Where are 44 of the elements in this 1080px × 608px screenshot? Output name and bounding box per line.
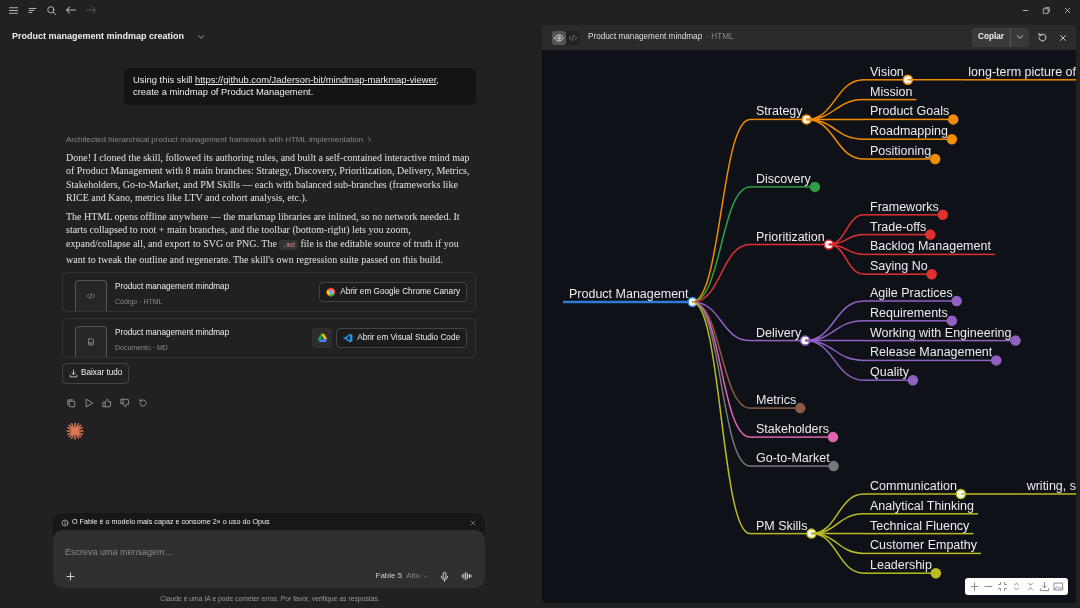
node-label: Discovery <box>756 171 811 186</box>
node-label: Backlog Management <box>870 239 991 254</box>
node-label: Saying No <box>870 259 928 274</box>
node-label: writing, s <box>1026 479 1076 493</box>
artifact-title: Product management mindmap <box>115 327 231 340</box>
effort-dropdown[interactable]: Alto <box>406 570 429 582</box>
node-label: Strategy <box>756 104 803 119</box>
node-label: Vision <box>870 64 904 79</box>
node-label: Prioritization <box>756 229 825 244</box>
artifact-title: Product management mindmap <box>115 281 231 294</box>
thinking-summary[interactable]: Architected hierarchical product management framework with HTML implementation <box>66 133 364 146</box>
artifact-title: Product management mindmap <box>588 31 703 44</box>
node-label: Frameworks <box>870 199 939 214</box>
model-name[interactable]: Fable 5 <box>375 570 403 582</box>
node-label: Analytical Thinking <box>870 498 974 513</box>
node-label: Agile Practices <box>870 286 953 300</box>
artifact-type: · HTML <box>706 31 734 44</box>
node-label: Go-to-Market <box>756 451 830 466</box>
open-in-app-button[interactable]: Abrir em Visual Studio Code <box>336 328 467 349</box>
node-label: Positioning <box>870 144 932 158</box>
node-label: Release Management <box>870 345 993 360</box>
node-label: PM Skills <box>756 518 808 533</box>
node-label: Roadmapping <box>870 124 948 139</box>
conversation-title[interactable]: Product management mindmap creation <box>0 20 197 44</box>
node-label: long-term picture of <box>968 64 1076 79</box>
node-label: Customer Empathy <box>870 538 977 553</box>
node-label: Stakeholders <box>756 422 829 437</box>
node-label: Trade-offs <box>870 219 927 234</box>
node-label: Working with Engineering <box>870 325 1012 340</box>
node-label: Product Goals <box>870 104 950 119</box>
node-label: Mission <box>870 84 913 99</box>
node-label: Requirements <box>870 305 948 320</box>
node-label: Communication <box>870 479 957 493</box>
message-input[interactable]: Escreva uma mensagem… <box>65 546 473 560</box>
node-label: Leadership <box>870 558 932 573</box>
download-all-button[interactable]: Baixar tudo <box>62 363 130 384</box>
node-label: Technical Fluency <box>870 518 970 533</box>
user-message: Using this skill https://github.com/Jaderson-bit/mindmap-markmap-viewer, create a mindmap of Product Management. <box>124 67 476 105</box>
root-label: Product Management <box>569 287 689 301</box>
open-in-app-button[interactable]: Abrir em Google Chrome Canary <box>319 282 467 303</box>
node-label: Metrics <box>756 393 797 408</box>
node-label: Delivery <box>756 325 802 340</box>
node-label: Quality <box>870 365 909 380</box>
message-paragraph: Done! I cloned the skill, followed its authoring rules, and built a self-contained interactive mind map of Product Management with 8 main branches: Strategy, Discovery, Prioritization, Delivery, Metrics, Stakeholders, Go-to-Market, and PM Skills — each with balanced sub-branches (frameworks like RICE and Kano, metrics like LTV and cohort analysis, etc.). <box>66 150 471 205</box>
